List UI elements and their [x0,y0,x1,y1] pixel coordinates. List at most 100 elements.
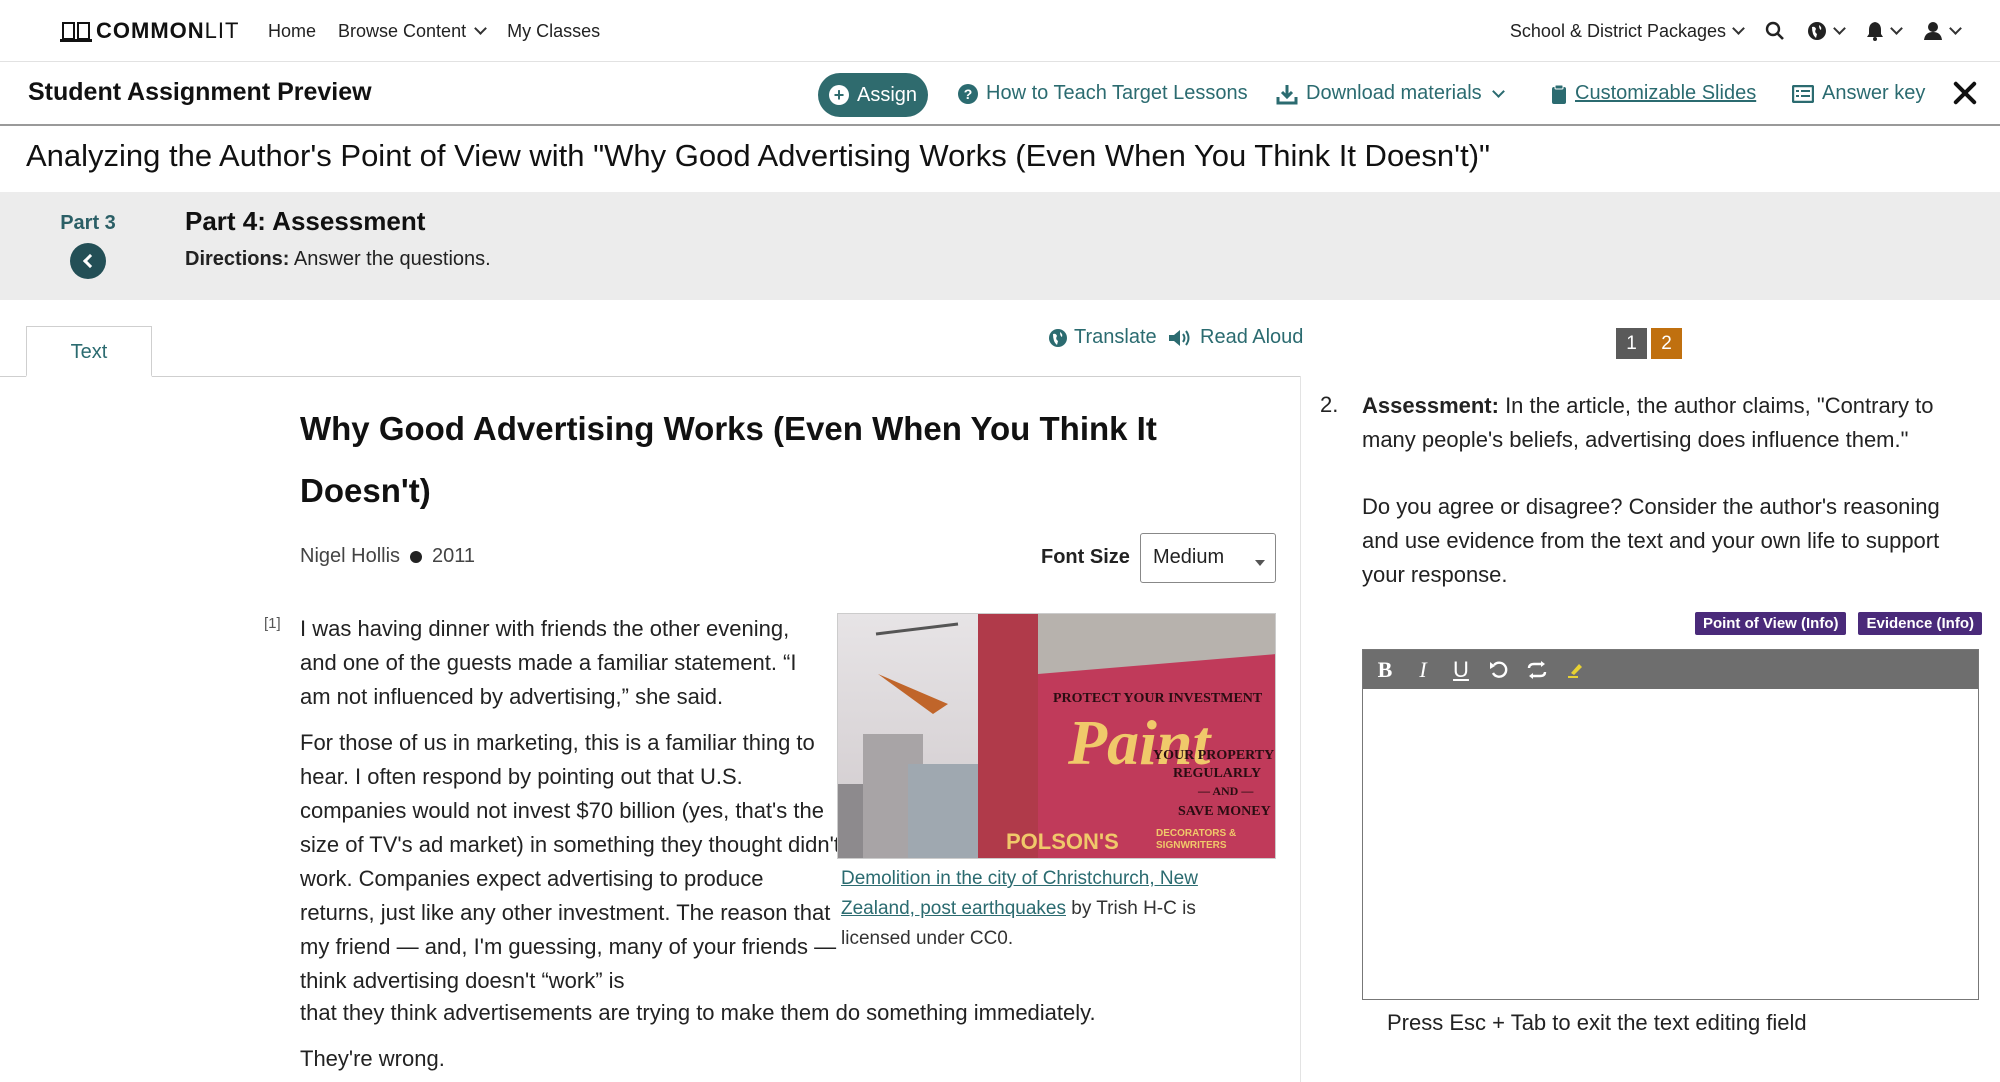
customizable-slides-link[interactable]: Customizable Slides [1551,82,1756,105]
pane-divider [1300,376,1301,1082]
user-icon [1924,22,1942,40]
article-image: PROTECT YOUR INVESTMENT Paint YOUR PROPE… [837,613,1276,859]
bold-icon[interactable]: B [1371,656,1399,684]
chevron-down-icon [1491,84,1505,98]
commonlit-logo[interactable]: COMMONLIT [60,18,239,44]
part-title: Part 4: Assessment [185,206,426,236]
editor-toolbar: B I U [1363,650,1978,689]
separator-dot [410,550,423,563]
font-size-value: Medium [1153,546,1225,568]
tag-point-of-view[interactable]: Point of View (Info) [1694,612,1847,635]
chevron-down-icon [1833,22,1846,35]
highlighter-icon[interactable] [1561,656,1589,684]
notifications-menu[interactable] [1866,21,1903,41]
redo-icon[interactable] [1523,656,1551,684]
italic-icon[interactable]: I [1409,656,1437,684]
chevron-left-icon[interactable] [70,243,106,279]
nav-my-classes[interactable]: My Classes [507,21,600,42]
download-icon [1276,84,1298,104]
plus-icon: + [828,85,849,105]
page-title: Student Assignment Preview [28,78,372,106]
sign-text-brand-sub2: SIGNWRITERS [1156,840,1227,851]
sign-text-r4: SAVE MONEY [1178,804,1271,819]
paragraph-number: [1] [264,615,281,632]
translate-button[interactable]: Translate [1048,326,1157,349]
clipboard-icon [1552,84,1566,104]
nav-browse-content[interactable]: Browse Content [338,20,487,42]
book-logo-icon [60,22,92,42]
sign-text-brand: POLSON'S [1006,829,1119,854]
directions-label: Directions: [185,248,290,270]
question-prompt: Assessment: In the article, the author c… [1362,389,1982,457]
response-editor: B I U [1362,649,1979,1000]
close-icon[interactable] [1950,76,1980,110]
paragraph-1: I was having dinner with friends the oth… [300,616,797,709]
image-caption: Demolition in the city of Christchurch, … [841,864,1261,954]
download-materials-menu[interactable]: Download materials [1276,82,1505,105]
paint-sign-photo: PROTECT YOUR INVESTMENT Paint YOUR PROPE… [838,614,1275,858]
response-textarea[interactable] [1363,689,1978,999]
bell-icon [1867,22,1883,41]
how-to-teach-label: How to Teach Target Lessons [986,82,1248,104]
packages-label: School & District Packages [1509,20,1726,41]
chevron-down-icon [1732,22,1745,35]
part-header: Part 3 Part 4: Assessment Directions: An… [0,192,2000,300]
question-nav-1[interactable]: 1 [1616,328,1647,359]
chevron-down-icon [1949,22,1962,35]
top-navigation: COMMONLIT Home Browse Content My Classes… [0,0,2000,62]
question-number: 2. [1320,392,1339,417]
read-aloud-button[interactable]: Read Aloud [1168,326,1303,349]
list-icon [1792,84,1814,103]
nav-browse-content-label: Browse Content [338,20,467,41]
article-title: Why Good Advertising Works (Even When Yo… [300,410,1157,509]
chevron-down-icon [1890,22,1903,35]
undo-icon[interactable] [1485,656,1513,684]
paragraph-3: They're wrong. [300,1046,445,1071]
underline-icon[interactable]: U [1447,656,1475,684]
skill-tags: Point of View (Info) Evidence (Info) [1694,612,1982,635]
search-button[interactable] [1765,21,1785,41]
read-aloud-label: Read Aloud [1200,326,1304,348]
sign-text-top: PROTECT YOUR INVESTMENT [1053,691,1263,706]
byline: Nigel Hollis 2011 [300,545,475,568]
editor-hint: Press Esc + Tab to exit the text editing… [1387,1010,1807,1035]
assign-label: Assign [856,83,918,106]
previous-part-label: Part 3 [60,212,116,234]
font-size-label: Font Size [1041,546,1130,568]
paragraph-2: For those of us in marketing, this is a … [300,730,840,993]
customizable-slides-label: Customizable Slides [1575,82,1757,104]
tab-text[interactable]: Text [26,326,152,377]
language-menu[interactable] [1807,21,1846,41]
packages-menu[interactable]: School & District Packages [1509,20,1745,42]
question-instructions: Do you agree or disagree? Consider the a… [1362,494,1940,587]
globe-icon [1808,22,1826,40]
chevron-down-icon [474,22,487,35]
font-size-select[interactable]: Medium [1140,533,1276,583]
translate-label: Translate [1074,326,1157,348]
speaker-icon [1169,329,1190,346]
tag-evidence[interactable]: Evidence (Info) [1858,612,1982,635]
directions: Directions: Answer the questions. [185,248,491,271]
directions-text: Answer the questions. [289,248,491,270]
previous-part-nav[interactable]: Part 3 [60,212,116,279]
assign-button[interactable]: + Assign [818,73,928,117]
lesson-title: Analyzing the Author's Point of View wit… [26,138,1491,173]
paragraph-2-continued: that they think advertisements are tryin… [300,1000,1096,1025]
account-menu[interactable] [1923,21,1962,41]
logo-wordmark: COMMONLIT [96,18,240,43]
sign-text-r2: REGULARLY [1173,766,1261,781]
question-nav-2[interactable]: 2 [1651,328,1682,359]
search-icon [1765,21,1784,40]
globe-icon [1049,328,1067,347]
question-prompt-label: Assessment: [1362,393,1499,418]
nav-home[interactable]: Home [268,21,316,42]
sign-text-r1: YOUR PROPERTY [1153,748,1274,763]
sign-text-r3: — AND — [1197,784,1254,798]
how-to-teach-link[interactable]: ? How to Teach Target Lessons [958,82,1248,105]
publication-year: 2011 [432,545,476,567]
answer-key-link[interactable]: Answer key [1792,82,1925,105]
caret-down-icon [1255,560,1265,566]
author-name: Nigel Hollis [300,545,401,567]
answer-key-label: Answer key [1822,82,1926,104]
question-navigator: 1 2 [1616,328,1682,359]
